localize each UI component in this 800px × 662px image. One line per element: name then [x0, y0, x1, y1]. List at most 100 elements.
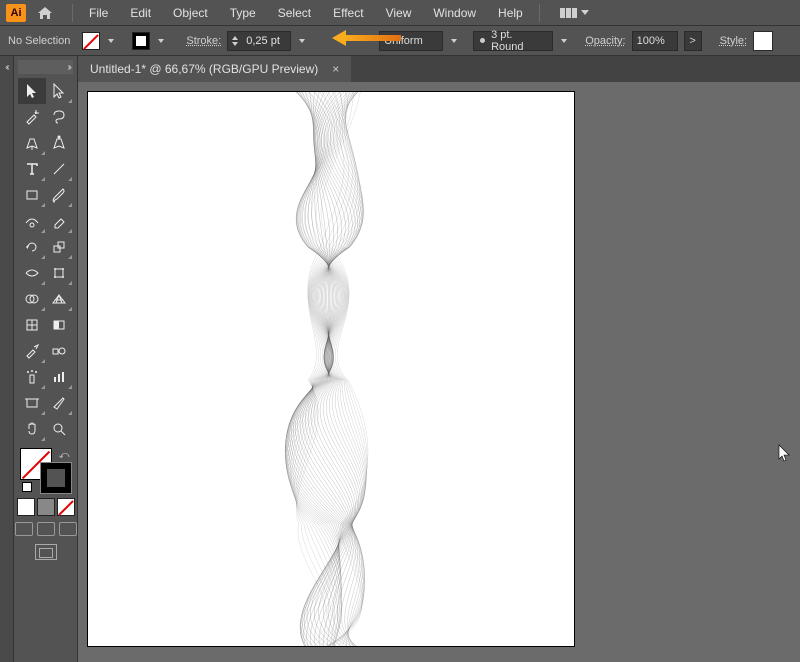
menu-effect[interactable]: Effect	[323, 2, 373, 24]
lasso-icon	[51, 109, 67, 125]
eraser-tool[interactable]	[46, 208, 74, 234]
decrement-icon[interactable]	[232, 42, 238, 46]
shape-builder-icon	[24, 291, 40, 307]
swap-fill-stroke-icon[interactable]: ⤺	[59, 450, 70, 461]
gradient-tool[interactable]	[46, 312, 74, 338]
stroke-color-swatch[interactable]	[132, 32, 150, 50]
color-mode-none[interactable]	[57, 498, 75, 516]
opacity-dropdown[interactable]: 100%	[632, 31, 678, 51]
panel-collapse-strip[interactable]: ‹‹	[0, 56, 14, 662]
stroke-weight-stepper[interactable]	[227, 31, 291, 51]
menu-edit[interactable]: Edit	[120, 2, 161, 24]
selection-tool[interactable]	[18, 78, 46, 104]
blend-tool[interactable]	[46, 338, 74, 364]
brush-definition-dropdown[interactable]: 3 pt. Round	[473, 31, 553, 51]
stroke-label[interactable]: Stroke:	[186, 35, 221, 47]
color-mode-gradient[interactable]	[37, 498, 55, 516]
default-fill-stroke-icon[interactable]	[22, 482, 32, 492]
zoom-tool[interactable]	[46, 416, 74, 442]
draw-normal-icon[interactable]	[15, 522, 33, 536]
variable-width-profile-dropdown[interactable]: Uniform	[379, 31, 443, 51]
brush-definition-value: 3 pt. Round	[491, 29, 546, 53]
stroke-weight-input[interactable]	[242, 32, 290, 50]
artboard-tool[interactable]	[18, 390, 46, 416]
perspective-icon	[51, 291, 67, 307]
rectangle-icon	[24, 187, 40, 203]
opacity-more-button[interactable]: >	[684, 31, 702, 51]
direct-selection-tool[interactable]	[46, 78, 74, 104]
eyedropper-tool[interactable]	[18, 338, 46, 364]
symbol-sprayer-tool[interactable]	[18, 364, 46, 390]
column-graph-tool[interactable]	[46, 364, 74, 390]
width-tool[interactable]	[18, 260, 46, 286]
perspective-grid-tool[interactable]	[46, 286, 74, 312]
shape-builder-tool[interactable]	[18, 286, 46, 312]
screen-mode-row	[15, 522, 77, 536]
free-transform-tool[interactable]	[46, 260, 74, 286]
rotate-tool[interactable]	[18, 234, 46, 260]
control-bar: No Selection Stroke: Uniform 3 pt. Round…	[0, 26, 800, 56]
paintbrush-tool[interactable]	[46, 182, 74, 208]
chevron-down-icon[interactable]	[158, 39, 164, 43]
screen-mode-button[interactable]	[35, 544, 57, 560]
color-mode-row	[16, 498, 76, 516]
menu-window[interactable]: Window	[423, 2, 486, 24]
rectangle-tool[interactable]	[18, 182, 46, 208]
app-logo: Ai	[6, 4, 26, 22]
draw-behind-icon[interactable]	[37, 522, 55, 536]
line-segment-tool[interactable]	[46, 156, 74, 182]
shaper-tool[interactable]	[18, 208, 46, 234]
menu-file[interactable]: File	[79, 2, 118, 24]
rotate-icon	[24, 239, 40, 255]
curvature-icon	[51, 135, 67, 151]
home-button[interactable]	[34, 3, 56, 23]
slice-tool[interactable]	[46, 390, 74, 416]
mesh-tool[interactable]	[18, 312, 46, 338]
tools-panel-header[interactable]: ››	[18, 60, 73, 74]
direct-selection-icon	[52, 83, 66, 99]
eyedropper-icon	[24, 343, 40, 359]
magic-wand-tool[interactable]	[18, 104, 46, 130]
line-icon	[51, 161, 67, 177]
chevron-down-icon[interactable]	[561, 39, 567, 43]
menu-select[interactable]: Select	[268, 2, 321, 24]
draw-inside-icon[interactable]	[59, 522, 77, 536]
document-tab[interactable]: Untitled-1* @ 66,67% (RGB/GPU Preview) ×	[78, 56, 351, 82]
chevron-left-icon: ‹‹	[5, 62, 8, 662]
scale-tool[interactable]	[46, 234, 74, 260]
menu-type[interactable]: Type	[220, 2, 266, 24]
menu-help[interactable]: Help	[488, 2, 533, 24]
chevron-down-icon[interactable]	[299, 39, 305, 43]
arrange-documents-button[interactable]	[556, 6, 593, 20]
shaper-icon	[24, 213, 40, 229]
tools-panel: ››	[14, 56, 78, 662]
chevron-icon: ››	[67, 62, 70, 73]
stroke-indicator[interactable]	[40, 462, 72, 494]
hand-tool[interactable]	[18, 416, 46, 442]
opacity-label[interactable]: Opacity:	[585, 35, 625, 47]
pen-tool[interactable]	[18, 130, 46, 156]
color-mode-color[interactable]	[17, 498, 35, 516]
graphic-style-swatch[interactable]	[753, 31, 773, 51]
type-tool[interactable]	[18, 156, 46, 182]
artboard[interactable]	[88, 92, 574, 646]
close-tab-button[interactable]: ×	[332, 62, 339, 76]
canvas-viewport[interactable]	[78, 82, 800, 662]
curvature-tool[interactable]	[46, 130, 74, 156]
chevron-down-icon[interactable]	[451, 39, 457, 43]
increment-icon[interactable]	[232, 36, 238, 40]
document-tab-title: Untitled-1* @ 66,67% (RGB/GPU Preview)	[90, 62, 318, 76]
chevron-down-icon[interactable]	[108, 39, 114, 43]
gradient-icon	[51, 317, 67, 333]
separator	[539, 4, 540, 22]
cursor-icon	[778, 444, 792, 465]
fill-stroke-indicator[interactable]: ⤺	[20, 448, 72, 494]
artwork	[88, 92, 574, 646]
lasso-tool[interactable]	[46, 104, 74, 130]
arrange-icon	[560, 8, 577, 18]
menu-view[interactable]: View	[376, 2, 422, 24]
fill-color-swatch[interactable]	[82, 32, 100, 50]
paintbrush-icon	[51, 187, 67, 203]
style-label[interactable]: Style:	[720, 35, 748, 47]
menu-object[interactable]: Object	[163, 2, 218, 24]
